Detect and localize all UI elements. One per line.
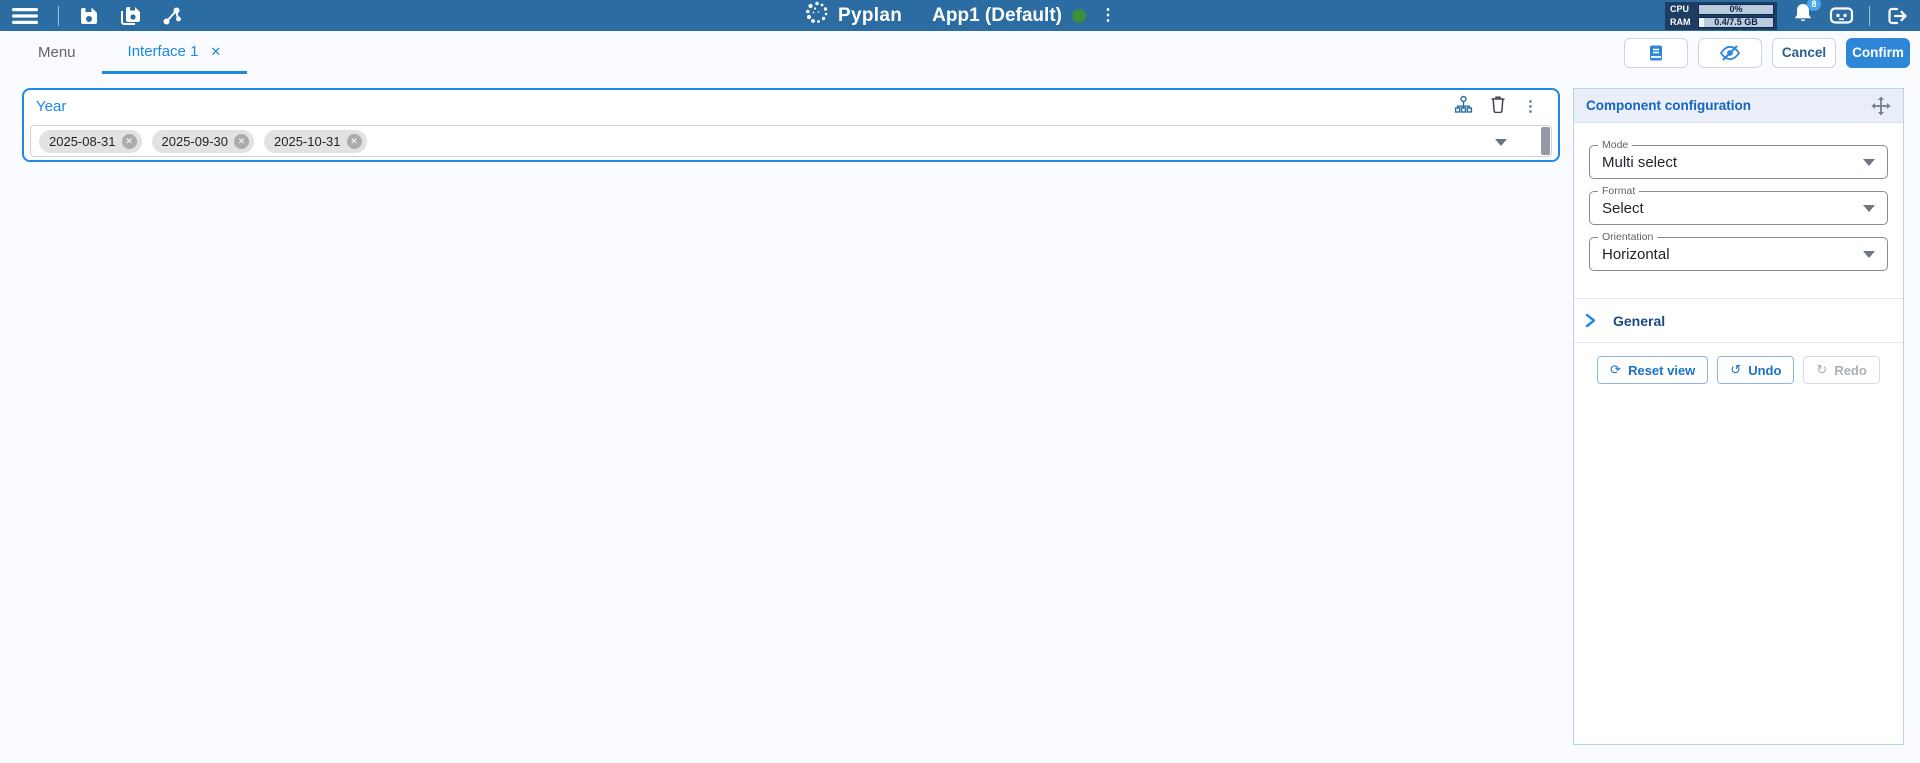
component-header: Year ⋮ (24, 90, 1558, 118)
delete-component-icon[interactable] (1490, 95, 1506, 118)
tab-actions: Cancel Confirm (1624, 31, 1920, 74)
redo-label: Redo (1834, 363, 1867, 378)
resource-gauge: CPU 0% RAM 0.4/7.5 GB (1665, 2, 1777, 30)
share-network-icon[interactable] (162, 6, 182, 26)
undo-icon: ↺ (1730, 363, 1741, 378)
topbar-left-actions (0, 5, 182, 26)
notifications-button[interactable]: 8 (1792, 2, 1814, 29)
cancel-button[interactable]: Cancel (1772, 38, 1836, 68)
cpu-label: CPU (1668, 4, 1695, 14)
tab-menu[interactable]: Menu (12, 31, 102, 74)
orientation-label: Orientation (1598, 231, 1657, 243)
component-configuration-panel: Component configuration Mode Multi selec… (1573, 88, 1904, 745)
topbar-right: CPU 0% RAM 0.4/7.5 GB 8 (1665, 2, 1920, 30)
orientation-value: Horizontal (1602, 246, 1670, 263)
brand-name: Pyplan (838, 5, 902, 27)
tab-interface-1-label: Interface 1 (128, 43, 199, 60)
dropdown-caret-icon (1863, 159, 1875, 166)
node-hierarchy-icon[interactable] (1454, 95, 1473, 118)
mode-label: Mode (1598, 139, 1632, 151)
dropdown-caret-icon (1863, 205, 1875, 212)
topbar-divider (58, 6, 59, 26)
dropdown-caret-icon[interactable] (1495, 139, 1507, 146)
panel-title: Component configuration (1586, 98, 1751, 113)
orientation-select[interactable]: Orientation Horizontal (1589, 237, 1888, 271)
panel-fields: Mode Multi select Format Select Orientat… (1574, 123, 1903, 271)
ram-label: RAM (1668, 17, 1695, 27)
tab-menu-label: Menu (38, 44, 76, 61)
hamburger-menu-icon[interactable] (12, 6, 38, 26)
general-section-label: General (1613, 313, 1665, 329)
chip-remove-icon[interactable]: ✕ (347, 134, 362, 149)
move-handle-icon[interactable] (1871, 96, 1891, 116)
dropdown-caret-icon (1863, 251, 1875, 258)
component-kebab-icon[interactable]: ⋮ (1523, 99, 1538, 114)
chip-remove-icon[interactable]: ✕ (234, 134, 249, 149)
panel-action-buttons: ⟳ Reset view ↺ Undo ↻ Redo (1574, 356, 1903, 384)
redo-button[interactable]: ↻ Redo (1803, 356, 1879, 384)
book-icon (1647, 44, 1665, 62)
save-all-icon[interactable] (119, 5, 142, 26)
topbar-center: Pyplan App1 (Default) ⋮ (804, 0, 1116, 31)
logout-icon[interactable] (1885, 6, 1908, 26)
pyplan-logo-icon (804, 0, 830, 31)
save-icon[interactable] (79, 6, 99, 26)
app-status-dot (1072, 9, 1086, 23)
select-scrollbar-thumb[interactable] (1541, 127, 1550, 155)
ram-bar: 0.4/7.5 GB (1698, 17, 1774, 28)
chip-label: 2025-09-30 (162, 134, 229, 149)
chip-label: 2025-08-31 (49, 134, 116, 149)
confirm-button[interactable]: Confirm (1846, 38, 1910, 68)
reset-view-button[interactable]: ⟳ Reset view (1597, 356, 1708, 384)
reset-view-label: Reset view (1628, 363, 1695, 378)
reset-icon: ⟳ (1610, 363, 1621, 378)
redo-icon: ↻ (1816, 363, 1827, 378)
undo-label: Undo (1748, 363, 1781, 378)
assistant-bot-icon[interactable] (1829, 6, 1854, 26)
tab-bar: Menu Interface 1 ✕ Cancel Confirm (0, 31, 1920, 74)
component-title: Year (36, 98, 66, 115)
tabs: Menu Interface 1 ✕ (12, 31, 247, 74)
year-multi-select[interactable]: 2025-08-31 ✕ 2025-09-30 ✕ 2025-10-31 ✕ (30, 125, 1552, 157)
format-label: Format (1598, 185, 1639, 197)
chip-2025-08-31: 2025-08-31 ✕ (39, 130, 142, 153)
eye-off-icon (1719, 44, 1741, 62)
general-section-toggle[interactable]: General (1574, 298, 1903, 343)
chip-remove-icon[interactable]: ✕ (122, 134, 137, 149)
hide-preview-button[interactable] (1698, 38, 1762, 68)
tab-close-icon[interactable]: ✕ (210, 45, 221, 58)
format-value: Select (1602, 200, 1644, 217)
year-component[interactable]: Year ⋮ 2025-08-31 ✕ 2025-09-30 ✕ 2025-10… (22, 88, 1560, 162)
tab-interface-1[interactable]: Interface 1 ✕ (102, 31, 248, 74)
chip-2025-09-30: 2025-09-30 ✕ (152, 130, 255, 153)
chip-2025-10-31: 2025-10-31 ✕ (264, 130, 367, 153)
top-bar: Pyplan App1 (Default) ⋮ CPU 0% RAM 0.4/7… (0, 0, 1920, 31)
undo-button[interactable]: ↺ Undo (1717, 356, 1794, 384)
format-select[interactable]: Format Select (1589, 191, 1888, 225)
mode-select[interactable]: Mode Multi select (1589, 145, 1888, 179)
logs-button[interactable] (1624, 38, 1688, 68)
chevron-right-icon (1584, 313, 1597, 328)
app-title: App1 (Default) (932, 5, 1062, 27)
app-menu-kebab-icon[interactable]: ⋮ (1100, 8, 1116, 24)
mode-value: Multi select (1602, 154, 1677, 171)
topbar-divider (1869, 6, 1870, 26)
component-actions: ⋮ (1454, 95, 1538, 118)
panel-header: Component configuration (1574, 89, 1903, 123)
chip-label: 2025-10-31 (274, 134, 341, 149)
cpu-bar: 0% (1698, 4, 1774, 15)
notification-badge: 8 (1807, 0, 1821, 11)
